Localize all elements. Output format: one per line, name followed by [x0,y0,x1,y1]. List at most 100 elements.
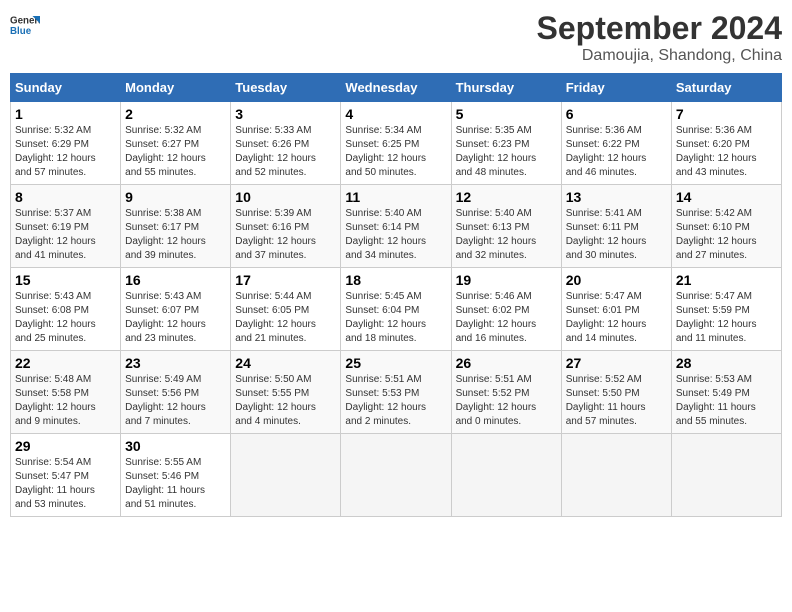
day-number: 11 [345,189,446,205]
col-header-wednesday: Wednesday [341,74,451,102]
day-number: 21 [676,272,777,288]
day-number: 7 [676,106,777,122]
day-number: 22 [15,355,116,371]
day-number: 5 [456,106,557,122]
col-header-monday: Monday [121,74,231,102]
day-number: 10 [235,189,336,205]
day-cell-7: 7 Sunrise: 5:36 AMSunset: 6:20 PMDaylight… [671,102,781,185]
day-number: 13 [566,189,667,205]
month-title: September 2024 [537,10,782,47]
day-info: Sunrise: 5:35 AMSunset: 6:23 PMDaylight:… [456,125,537,178]
day-number: 18 [345,272,446,288]
day-number: 15 [15,272,116,288]
day-number: 16 [125,272,226,288]
day-info: Sunrise: 5:53 AMSunset: 5:49 PMDaylight:… [676,374,756,427]
day-info: Sunrise: 5:36 AMSunset: 6:22 PMDaylight:… [566,125,647,178]
day-info: Sunrise: 5:41 AMSunset: 6:11 PMDaylight:… [566,208,647,261]
day-number: 6 [566,106,667,122]
col-header-sunday: Sunday [11,74,121,102]
day-info: Sunrise: 5:52 AMSunset: 5:50 PMDaylight:… [566,374,646,427]
day-info: Sunrise: 5:46 AMSunset: 6:02 PMDaylight:… [456,291,537,344]
day-number: 29 [15,438,116,454]
day-cell-6: 6 Sunrise: 5:36 AMSunset: 6:22 PMDaylight… [561,102,671,185]
col-header-friday: Friday [561,74,671,102]
calendar-week-2: 8 Sunrise: 5:37 AMSunset: 6:19 PMDaylight… [11,185,782,268]
day-info: Sunrise: 5:54 AMSunset: 5:47 PMDaylight:… [15,457,95,510]
day-info: Sunrise: 5:40 AMSunset: 6:14 PMDaylight:… [345,208,426,261]
col-header-tuesday: Tuesday [231,74,341,102]
empty-day-cell [561,434,671,517]
day-cell-24: 24 Sunrise: 5:50 AMSunset: 5:55 PMDayligh… [231,351,341,434]
day-info: Sunrise: 5:55 AMSunset: 5:46 PMDaylight:… [125,457,205,510]
day-info: Sunrise: 5:45 AMSunset: 6:04 PMDaylight:… [345,291,426,344]
day-info: Sunrise: 5:40 AMSunset: 6:13 PMDaylight:… [456,208,537,261]
day-cell-15: 15 Sunrise: 5:43 AMSunset: 6:08 PMDayligh… [11,268,121,351]
logo: General Blue [10,10,40,40]
day-number: 2 [125,106,226,122]
calendar-week-5: 29 Sunrise: 5:54 AMSunset: 5:47 PMDayligh… [11,434,782,517]
day-cell-5: 5 Sunrise: 5:35 AMSunset: 6:23 PMDaylight… [451,102,561,185]
col-header-thursday: Thursday [451,74,561,102]
day-cell-11: 11 Sunrise: 5:40 AMSunset: 6:14 PMDayligh… [341,185,451,268]
day-cell-9: 9 Sunrise: 5:38 AMSunset: 6:17 PMDaylight… [121,185,231,268]
header: General Blue September 2024 Damoujia, Sh… [10,10,782,65]
day-cell-10: 10 Sunrise: 5:39 AMSunset: 6:16 PMDayligh… [231,185,341,268]
day-cell-21: 21 Sunrise: 5:47 AMSunset: 5:59 PMDayligh… [671,268,781,351]
day-info: Sunrise: 5:33 AMSunset: 6:26 PMDaylight:… [235,125,316,178]
empty-day-cell [231,434,341,517]
day-cell-25: 25Sunrise: 5:51 AMSunset: 5:53 PMDayligh… [341,351,451,434]
day-info: Sunrise: 5:47 AMSunset: 6:01 PMDaylight:… [566,291,647,344]
day-cell-29: 29 Sunrise: 5:54 AMSunset: 5:47 PMDayligh… [11,434,121,517]
day-number: 26 [456,355,557,371]
day-number: 8 [15,189,116,205]
header-row: SundayMondayTuesdayWednesdayThursdayFrid… [11,74,782,102]
day-cell-30: 30 Sunrise: 5:55 AMSunset: 5:46 PMDayligh… [121,434,231,517]
day-cell-2: 2 Sunrise: 5:32 AMSunset: 6:27 PMDaylight… [121,102,231,185]
day-number: 24 [235,355,336,371]
day-info: Sunrise: 5:38 AMSunset: 6:17 PMDaylight:… [125,208,206,261]
day-number: 9 [125,189,226,205]
day-cell-22: 22 Sunrise: 5:48 AMSunset: 5:58 PMDayligh… [11,351,121,434]
calendar-week-3: 15 Sunrise: 5:43 AMSunset: 6:08 PMDayligh… [11,268,782,351]
day-cell-8: 8 Sunrise: 5:37 AMSunset: 6:19 PMDaylight… [11,185,121,268]
day-info: Sunrise: 5:34 AMSunset: 6:25 PMDaylight:… [345,125,426,178]
day-info: Sunrise: 5:42 AMSunset: 6:10 PMDaylight:… [676,208,757,261]
day-number: 14 [676,189,777,205]
day-cell-12: 12 Sunrise: 5:40 AMSunset: 6:13 PMDayligh… [451,185,561,268]
day-info: Sunrise: 5:37 AMSunset: 6:19 PMDaylight:… [15,208,96,261]
day-info: Sunrise: 5:39 AMSunset: 6:16 PMDaylight:… [235,208,316,261]
day-cell-17: 17 Sunrise: 5:44 AMSunset: 6:05 PMDayligh… [231,268,341,351]
day-cell-18: 18 Sunrise: 5:45 AMSunset: 6:04 PMDayligh… [341,268,451,351]
day-number: 3 [235,106,336,122]
day-cell-1: 1Sunrise: 5:32 AMSunset: 6:29 PMDaylight… [11,102,121,185]
day-info: Sunrise: 5:48 AMSunset: 5:58 PMDaylight:… [15,374,96,427]
day-info: Sunrise: 5:44 AMSunset: 6:05 PMDaylight:… [235,291,316,344]
day-info: Sunrise: 5:32 AMSunset: 6:27 PMDaylight:… [125,125,206,178]
day-number: 19 [456,272,557,288]
day-info: Sunrise: 5:32 AMSunset: 6:29 PMDaylight:… [15,125,96,178]
day-info: Sunrise: 5:43 AMSunset: 6:08 PMDaylight:… [15,291,96,344]
day-number: 17 [235,272,336,288]
day-cell-16: 16Sunrise: 5:43 AMSunset: 6:07 PMDayligh… [121,268,231,351]
day-cell-14: 14 Sunrise: 5:42 AMSunset: 6:10 PMDayligh… [671,185,781,268]
day-info: Sunrise: 5:50 AMSunset: 5:55 PMDaylight:… [235,374,316,427]
empty-day-cell [451,434,561,517]
day-cell-26: 26Sunrise: 5:51 AMSunset: 5:52 PMDayligh… [451,351,561,434]
day-number: 28 [676,355,777,371]
empty-day-cell [341,434,451,517]
day-number: 12 [456,189,557,205]
day-cell-28: 28 Sunrise: 5:53 AMSunset: 5:49 PMDayligh… [671,351,781,434]
day-info: Sunrise: 5:36 AMSunset: 6:20 PMDaylight:… [676,125,757,178]
day-cell-3: 3 Sunrise: 5:33 AMSunset: 6:26 PMDaylight… [231,102,341,185]
day-info: Sunrise: 5:47 AMSunset: 5:59 PMDaylight:… [676,291,757,344]
calendar-week-1: 1Sunrise: 5:32 AMSunset: 6:29 PMDaylight… [11,102,782,185]
day-cell-13: 13 Sunrise: 5:41 AMSunset: 6:11 PMDayligh… [561,185,671,268]
day-cell-19: 19 Sunrise: 5:46 AMSunset: 6:02 PMDayligh… [451,268,561,351]
day-number: 23 [125,355,226,371]
day-cell-20: 20Sunrise: 5:47 AMSunset: 6:01 PMDayligh… [561,268,671,351]
day-number: 27 [566,355,667,371]
day-cell-27: 27 Sunrise: 5:52 AMSunset: 5:50 PMDayligh… [561,351,671,434]
day-number: 30 [125,438,226,454]
svg-text:Blue: Blue [10,26,32,37]
day-number: 25 [345,355,446,371]
